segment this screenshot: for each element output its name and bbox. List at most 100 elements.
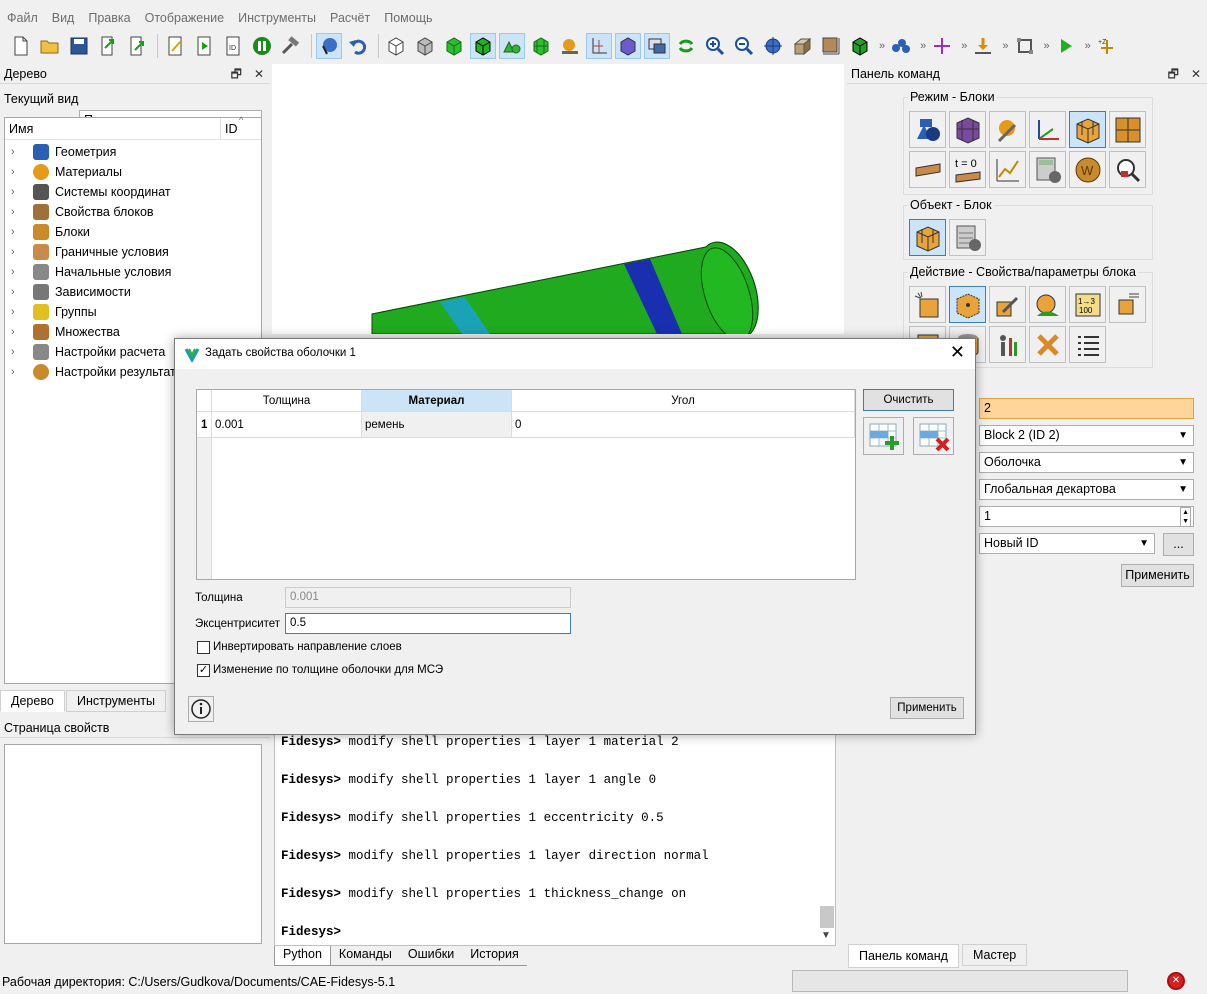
open-folder-icon[interactable] bbox=[37, 33, 63, 59]
header-angle[interactable]: Угол bbox=[512, 390, 855, 412]
tab-commands[interactable]: Команды bbox=[330, 946, 400, 966]
column-name-header[interactable]: Имя bbox=[5, 122, 33, 136]
block-properties-icon[interactable] bbox=[949, 286, 986, 323]
axis-view-icon[interactable] bbox=[586, 33, 612, 59]
element-type-select[interactable]: Оболочка ▼ bbox=[979, 452, 1194, 473]
initial-conditions-mode-icon[interactable]: t = 0 bbox=[949, 151, 986, 188]
tree-item[interactable]: › Начальные условия bbox=[5, 262, 261, 282]
toolbar-overflow-icon[interactable]: » bbox=[1044, 40, 1050, 52]
graphics-viewport[interactable] bbox=[272, 64, 844, 341]
mesh-view-icon[interactable] bbox=[528, 33, 554, 59]
edit-script-icon[interactable] bbox=[162, 33, 188, 59]
tree-item[interactable]: › Материалы bbox=[5, 162, 261, 182]
object-block-icon[interactable] bbox=[909, 219, 946, 256]
shaded-view-icon[interactable] bbox=[441, 33, 467, 59]
zoom-in-icon[interactable] bbox=[702, 33, 728, 59]
save-icon[interactable] bbox=[66, 33, 92, 59]
close-icon[interactable]: ✕ bbox=[950, 342, 965, 363]
wireframe-view-icon[interactable] bbox=[383, 33, 409, 59]
select-mode-icon[interactable] bbox=[316, 33, 342, 59]
tab-errors[interactable]: Ошибки bbox=[399, 946, 463, 966]
material-mode-icon[interactable] bbox=[989, 111, 1026, 148]
geometry-mode-icon[interactable] bbox=[909, 111, 946, 148]
id-file-icon[interactable]: ID bbox=[220, 33, 246, 59]
cluster-icon[interactable] bbox=[888, 33, 914, 59]
blocks-mode-icon[interactable] bbox=[1069, 111, 1106, 148]
block-select[interactable]: Block 2 (ID 2) ▼ bbox=[979, 425, 1194, 446]
expand-arrow-icon[interactable]: › bbox=[11, 366, 25, 378]
menu-tools[interactable]: Инструменты bbox=[231, 8, 323, 30]
block-edit-icon[interactable] bbox=[989, 286, 1026, 323]
axis-z-icon[interactable]: +Z bbox=[1094, 33, 1120, 59]
tab-tools[interactable]: Инструменты bbox=[66, 690, 166, 712]
add-row-button[interactable] bbox=[863, 417, 904, 455]
column-id-header[interactable]: ID bbox=[225, 122, 238, 136]
object-block-calc-icon[interactable] bbox=[949, 219, 986, 256]
console-scrollbar-thumb[interactable] bbox=[820, 906, 834, 928]
toolbar-overflow-icon[interactable]: » bbox=[961, 40, 967, 52]
cell-angle[interactable]: 0 bbox=[512, 412, 855, 438]
import-icon[interactable] bbox=[95, 33, 121, 59]
block-delete-icon[interactable] bbox=[1029, 326, 1066, 363]
hidden-line-view-icon[interactable] bbox=[412, 33, 438, 59]
menu-view[interactable]: Вид bbox=[45, 8, 82, 30]
number-spinbox[interactable]: 1 ▲ ▼ bbox=[979, 506, 1194, 527]
boundary-conditions-mode-icon[interactable] bbox=[909, 151, 946, 188]
new-file-icon[interactable] bbox=[8, 33, 34, 59]
cell-material[interactable]: ремень bbox=[362, 412, 512, 438]
zoom-out-icon[interactable] bbox=[731, 33, 757, 59]
sets-mode-icon[interactable] bbox=[1109, 111, 1146, 148]
block-id-field[interactable]: 2 bbox=[979, 398, 1194, 419]
tree-item[interactable]: › Системы координат bbox=[5, 182, 261, 202]
refresh-icon[interactable] bbox=[673, 33, 699, 59]
tree-item[interactable]: › Блоки bbox=[5, 222, 261, 242]
tree-item[interactable]: › Геометрия bbox=[5, 142, 261, 162]
expand-arrow-icon[interactable]: › bbox=[11, 166, 25, 178]
block-table-icon[interactable] bbox=[1069, 326, 1106, 363]
expand-arrow-icon[interactable]: › bbox=[11, 346, 25, 358]
calculator-settings-icon[interactable] bbox=[1029, 151, 1066, 188]
eccentricity-field[interactable]: 0.5 bbox=[285, 613, 571, 634]
cmd-apply-button[interactable]: Применить bbox=[1121, 564, 1194, 587]
box-view-icon[interactable] bbox=[615, 33, 641, 59]
solid-block-icon[interactable] bbox=[789, 33, 815, 59]
header-thickness[interactable]: Толщина bbox=[212, 390, 362, 412]
menu-edit[interactable]: Правка bbox=[81, 8, 137, 30]
clear-button[interactable]: Очистить bbox=[863, 389, 954, 411]
expand-arrow-icon[interactable]: › bbox=[11, 206, 25, 218]
create-block-icon[interactable] bbox=[909, 286, 946, 323]
tab-command-panel[interactable]: Панель команд bbox=[848, 944, 959, 968]
expand-arrow-icon[interactable]: › bbox=[11, 146, 25, 158]
block-renumber-icon[interactable]: 1→3 100 bbox=[1069, 286, 1106, 323]
spin-arrows-icon[interactable]: ▲ ▼ bbox=[1180, 507, 1191, 527]
tab-history[interactable]: История bbox=[462, 946, 527, 966]
float-panel-icon[interactable]: 🗗 bbox=[231, 67, 242, 81]
results-mode-icon[interactable]: W bbox=[1069, 151, 1106, 188]
geometry-shapes-icon[interactable] bbox=[499, 33, 525, 59]
dialog-title-bar[interactable]: Задать свойства оболочки 1 ✕ bbox=[175, 339, 975, 369]
tab-tree[interactable]: Дерево bbox=[0, 690, 65, 712]
cell-thickness[interactable]: 0.001 bbox=[212, 412, 362, 438]
mesh-cube-icon[interactable] bbox=[847, 33, 873, 59]
tab-master[interactable]: Мастер bbox=[962, 944, 1028, 966]
menu-analysis[interactable]: Расчёт bbox=[323, 8, 377, 30]
export-icon[interactable] bbox=[124, 33, 150, 59]
dialog-apply-button[interactable]: Применить bbox=[890, 697, 964, 719]
tree-item[interactable]: › Группы bbox=[5, 302, 261, 322]
toolbar-overflow-icon[interactable]: » bbox=[1085, 40, 1091, 52]
bounding-box-icon[interactable] bbox=[1012, 33, 1038, 59]
expand-arrow-icon[interactable]: › bbox=[11, 186, 25, 198]
command-console[interactable]: Fidesys> modify shell properties 1 layer… bbox=[274, 734, 836, 946]
close-icon[interactable]: ✕ bbox=[254, 67, 264, 81]
block-material-icon[interactable] bbox=[1029, 286, 1066, 323]
download-arrow-icon[interactable] bbox=[970, 33, 996, 59]
toolbar-overflow-icon[interactable]: » bbox=[879, 40, 885, 52]
expand-arrow-icon[interactable]: › bbox=[11, 266, 25, 278]
expand-arrow-icon[interactable]: › bbox=[11, 326, 25, 338]
layers-table[interactable]: Толщина Материал Угол 1 0.001 ремень 0 bbox=[196, 389, 856, 580]
coordinate-mode-icon[interactable] bbox=[1029, 111, 1066, 148]
tree-item[interactable]: › Граничные условия bbox=[5, 242, 261, 262]
scroll-down-icon[interactable]: ▼ bbox=[821, 930, 831, 941]
menu-file[interactable]: Файл bbox=[0, 8, 45, 30]
undo-icon[interactable] bbox=[345, 33, 371, 59]
